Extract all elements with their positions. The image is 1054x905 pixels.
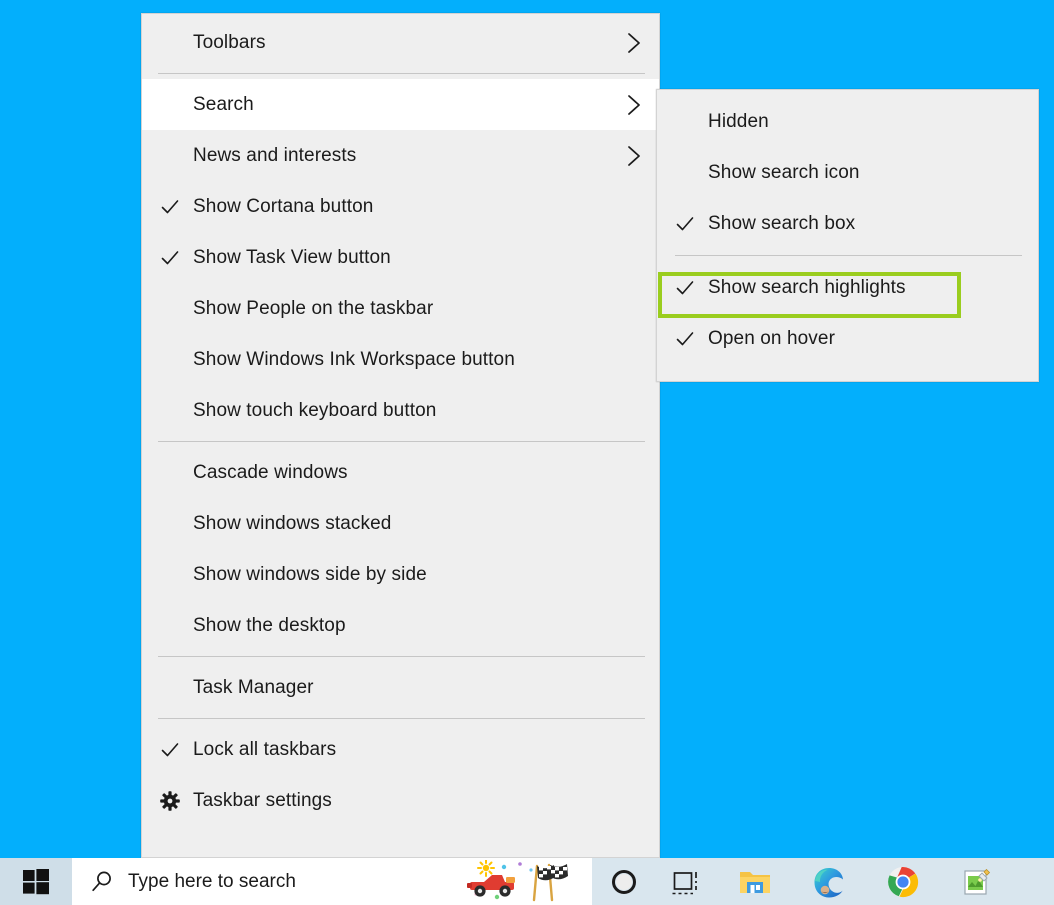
menu-item-label: Show Cortana button <box>193 195 374 217</box>
menu-item-lock-all-taskbars[interactable]: Lock all taskbars <box>142 724 659 775</box>
menu-item-label: Show windows stacked <box>193 512 392 534</box>
check-icon <box>161 742 178 756</box>
menu-item-label: Show search box <box>708 212 856 234</box>
menu-item-show-cortana-button[interactable]: Show Cortana button <box>142 181 659 232</box>
taskbar-icon-editor[interactable] <box>940 858 1014 905</box>
search-highlights-illustration[interactable] <box>464 859 584 904</box>
menu-separator <box>158 73 645 74</box>
menu-item-label: Show search highlights <box>708 276 906 298</box>
menu-item-label: Show windows side by side <box>193 563 427 585</box>
search-submenu: Hidden Show search icon Show search box Sho… <box>656 89 1039 382</box>
taskbar-icon-task-view[interactable] <box>655 858 718 905</box>
menu-item-news-and-interests[interactable]: News and interests <box>142 130 659 181</box>
menu-item-label: Hidden <box>708 110 769 132</box>
menu-item-label: Show Windows Ink Workspace button <box>193 348 515 370</box>
menu-item-hidden[interactable]: Hidden <box>657 96 1038 147</box>
check-icon <box>676 216 693 230</box>
menu-item-show-windows-ink-workspace-button[interactable]: Show Windows Ink Workspace button <box>142 334 659 385</box>
menu-item-show-people-on-the-taskbar[interactable]: Show People on the taskbar <box>142 283 659 334</box>
menu-item-label: Show touch keyboard button <box>193 399 437 421</box>
menu-item-open-on-hover[interactable]: Open on hover <box>657 313 1038 364</box>
notepad-editor-icon <box>964 868 991 895</box>
menu-item-label: Task Manager <box>193 676 314 698</box>
menu-item-label: Show search icon <box>708 161 860 183</box>
menu-item-show-windows-stacked[interactable]: Show windows stacked <box>142 498 659 549</box>
checkmark-indicator <box>657 329 708 349</box>
google-chrome-icon <box>888 866 919 897</box>
chevron-right-icon <box>628 94 640 115</box>
menu-item-label: News and interests <box>193 144 357 166</box>
menu-item-show-the-desktop[interactable]: Show the desktop <box>142 600 659 651</box>
menu-item-show-search-icon[interactable]: Show search icon <box>657 147 1038 198</box>
menu-item-label: Show the desktop <box>193 614 346 636</box>
taskbar-icon-cortana[interactable] <box>592 858 655 905</box>
check-icon <box>676 280 693 294</box>
menu-item-label: Cascade windows <box>193 461 348 483</box>
menu-separator <box>158 441 645 442</box>
check-icon <box>161 250 178 264</box>
search-placeholder-text: Type here to search <box>128 870 296 892</box>
menu-item-label: Taskbar settings <box>193 789 332 811</box>
menu-item-cascade-windows[interactable]: Cascade windows <box>142 447 659 498</box>
checkmark-indicator <box>142 197 193 217</box>
submenu-chevron <box>619 32 659 54</box>
cortana-icon <box>611 869 636 894</box>
microsoft-edge-icon <box>814 867 843 897</box>
checkmark-indicator <box>657 278 708 298</box>
menu-item-label: Lock all taskbars <box>193 738 337 760</box>
chevron-right-icon <box>628 32 640 53</box>
menu-item-show-windows-side-by-side[interactable]: Show windows side by side <box>142 549 659 600</box>
start-button[interactable] <box>0 858 72 905</box>
taskbar-icon-microsoft-edge[interactable] <box>792 858 866 905</box>
menu-separator <box>158 718 645 719</box>
menu-item-label: Search <box>193 93 254 115</box>
submenu-chevron <box>619 94 659 116</box>
taskbar-icon-google-chrome[interactable] <box>866 858 940 905</box>
checkmark-indicator <box>142 248 193 268</box>
menu-item-show-task-view-button[interactable]: Show Task View button <box>142 232 659 283</box>
taskbar-context-menu: Toolbars Search News and interests Show Cor… <box>141 13 660 858</box>
menu-item-label: Show People on the taskbar <box>193 297 434 319</box>
check-icon <box>161 199 178 213</box>
check-icon <box>676 331 693 345</box>
menu-item-label: Show Task View button <box>193 246 391 268</box>
taskbar: Type here to search <box>0 858 1054 905</box>
menu-item-toolbars[interactable]: Toolbars <box>142 17 659 68</box>
file-explorer-icon <box>740 871 770 893</box>
menu-separator <box>158 656 645 657</box>
gear-icon <box>159 790 180 811</box>
menu-item-show-touch-keyboard-button[interactable]: Show touch keyboard button <box>142 385 659 436</box>
taskbar-search-box[interactable]: Type here to search <box>72 858 592 905</box>
menu-item-show-search-highlights[interactable]: Show search highlights <box>657 262 1038 313</box>
menu-item-label: Toolbars <box>193 31 266 53</box>
checkmark-indicator <box>657 214 708 234</box>
taskbar-icon-file-explorer[interactable] <box>718 858 792 905</box>
menu-separator <box>675 255 1022 256</box>
submenu-chevron <box>619 145 659 167</box>
menu-item-show-search-box[interactable]: Show search box <box>657 198 1038 249</box>
search-icon <box>92 871 111 891</box>
task-view-icon <box>672 871 697 894</box>
menu-item-taskbar-settings[interactable]: Taskbar settings <box>142 775 659 826</box>
chevron-right-icon <box>628 145 640 166</box>
checkmark-indicator <box>142 740 193 760</box>
gear-indicator <box>142 790 193 811</box>
menu-item-label: Open on hover <box>708 327 835 349</box>
menu-item-search[interactable]: Search <box>142 79 659 130</box>
windows-logo-icon <box>23 868 49 894</box>
menu-item-task-manager[interactable]: Task Manager <box>142 662 659 713</box>
